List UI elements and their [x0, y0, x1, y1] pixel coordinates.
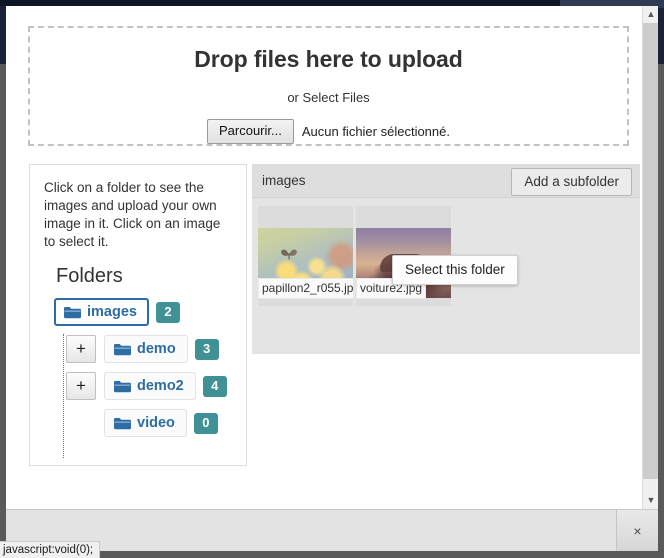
- folder-item-label: images: [87, 304, 137, 320]
- selected-file-name: Aucun fichier sélectionné.: [301, 124, 450, 139]
- scroll-down-arrow-icon[interactable]: ▼: [643, 492, 658, 509]
- upload-modal-window: Drop files here to upload or Select File…: [6, 6, 658, 551]
- folder-tree: images 2 + demo 3 + demo2 4 video 0: [44, 298, 232, 458]
- folder-item-demo[interactable]: demo: [104, 335, 188, 363]
- folder-count-badge: 0: [193, 412, 218, 434]
- modal-scroll-area: Drop files here to upload or Select File…: [6, 6, 640, 508]
- folder-icon: [114, 417, 131, 430]
- folder-tree-row: images 2: [54, 298, 232, 326]
- file-dropzone[interactable]: Drop files here to upload or Select File…: [28, 26, 629, 146]
- scrollbar-thumb[interactable]: [643, 23, 658, 479]
- expand-folder-demo-button[interactable]: +: [66, 335, 96, 363]
- dropzone-subtitle: or Select Files: [287, 90, 370, 105]
- select-this-folder-tooltip[interactable]: Select this folder: [392, 255, 518, 285]
- add-subfolder-button[interactable]: Add a subfolder: [511, 168, 632, 196]
- folder-item-demo2[interactable]: demo2: [104, 372, 196, 400]
- file-input-row: Parcourir... Aucun fichier sélectionné.: [30, 119, 627, 144]
- images-panel: images Add a subfolder papillon2_r055.jp…: [252, 164, 640, 354]
- folders-panel: Click on a folder to see the images and …: [29, 164, 247, 466]
- folders-help-text: Click on a folder to see the images and …: [44, 180, 221, 249]
- tree-guide-line: [63, 334, 64, 458]
- butterfly-shape: [281, 249, 297, 260]
- folder-count-badge: 3: [194, 338, 219, 360]
- folder-tree-row: + demo 3: [66, 335, 232, 363]
- folders-heading: Folders: [56, 265, 123, 287]
- folder-tree-row: video 0: [66, 409, 232, 437]
- folder-item-images[interactable]: images: [54, 298, 149, 326]
- folder-item-label: demo: [137, 341, 176, 357]
- vertical-scrollbar[interactable]: ▲ ▼: [642, 6, 658, 509]
- folder-item-label: demo2: [137, 378, 184, 394]
- thumbnail-item[interactable]: papillon2_r055.jpg: [258, 206, 353, 306]
- dropzone-title: Drop files here to upload: [194, 46, 463, 72]
- current-folder-name: images: [262, 173, 306, 188]
- folder-item-label: video: [137, 415, 175, 431]
- modal-footer: ×: [6, 509, 658, 551]
- images-panel-header: images Add a subfolder: [252, 164, 640, 198]
- close-modal-button[interactable]: ×: [616, 510, 658, 551]
- thumbnail-grid: papillon2_r055.jpg voiture2.jpg Select t…: [252, 198, 640, 306]
- folder-count-badge: 4: [202, 375, 227, 397]
- folder-icon: [64, 306, 81, 319]
- thumbnail-filename: papillon2_r055.jpg: [258, 278, 353, 299]
- folder-icon: [114, 380, 131, 393]
- scroll-up-arrow-icon[interactable]: ▲: [643, 6, 658, 23]
- folder-icon: [114, 343, 131, 356]
- expand-folder-demo2-button[interactable]: +: [66, 372, 96, 400]
- folder-tree-row: + demo2 4: [66, 372, 232, 400]
- browse-files-button[interactable]: Parcourir...: [206, 119, 294, 144]
- browser-status-bar: javascript:void(0);: [0, 541, 101, 558]
- folder-count-badge: 2: [155, 301, 180, 323]
- folder-item-video[interactable]: video: [104, 409, 187, 437]
